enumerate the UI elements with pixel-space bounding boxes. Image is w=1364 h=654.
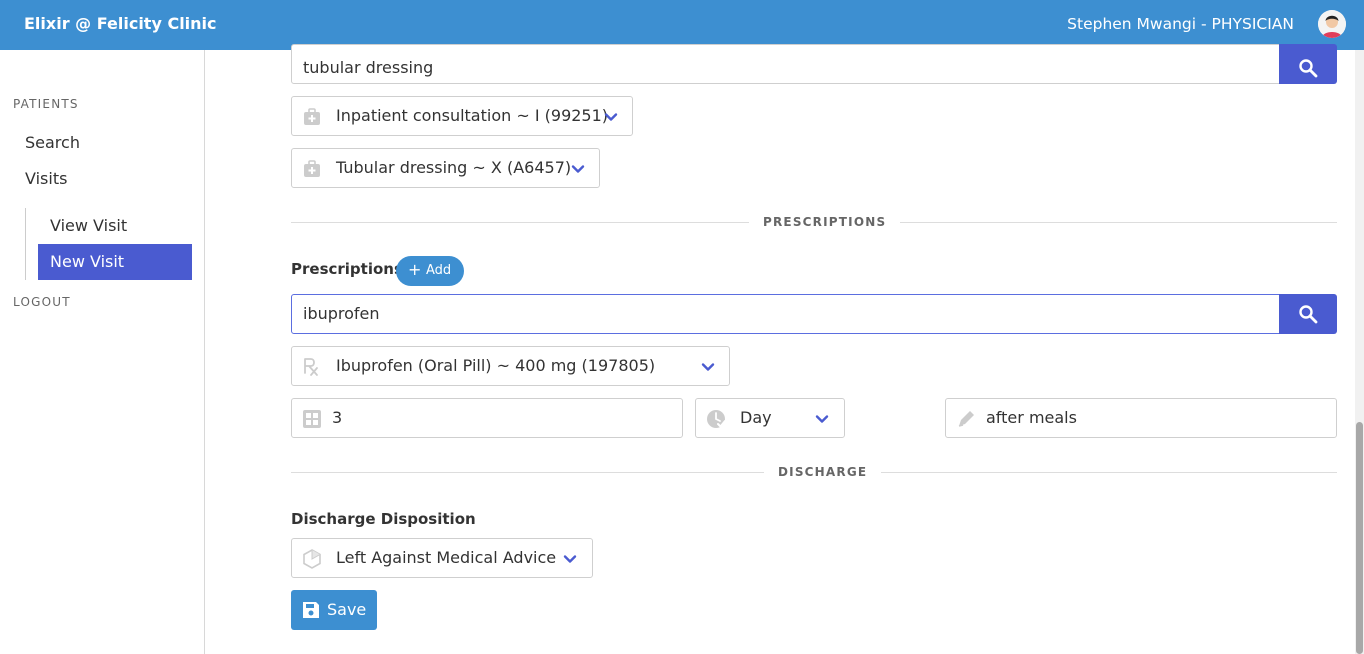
procedure-label-2: Tubular dressing ~ X (A6457) (336, 158, 572, 177)
sidebar-section-patients: PATIENTS (13, 97, 79, 111)
search-icon (1299, 59, 1318, 78)
save-button[interactable]: Save (291, 590, 377, 630)
medkit-icon (304, 108, 320, 125)
prescriptions-section-label: PRESCRIPTIONS (749, 215, 901, 229)
procedure-search-value: tubular dressing (303, 58, 434, 77)
medkit-icon (304, 160, 320, 177)
chevron-down-icon (701, 363, 715, 371)
frequency-select[interactable]: Day (695, 398, 845, 438)
procedure-select-1[interactable]: Inpatient consultation ~ I (99251) (291, 96, 633, 136)
discharge-section-label: DISCHARGE (764, 465, 882, 479)
frequency-label: Day (740, 408, 772, 427)
user-name[interactable]: Stephen Mwangi - PHYSICIAN (1067, 15, 1294, 33)
add-button-label: Add (426, 263, 452, 278)
sidebar-item-view-visit[interactable]: View Visit (38, 208, 192, 244)
discharge-heading: Discharge Disposition (291, 510, 476, 528)
avatar[interactable] (1318, 10, 1346, 38)
sidebar-item-visits[interactable]: Visits (25, 169, 67, 188)
sidebar-item-new-visit[interactable]: New Visit (38, 244, 192, 280)
discharge-disposition-label: Left Against Medical Advice (336, 548, 557, 567)
instructions-input[interactable]: after meals (945, 398, 1337, 438)
scrollbar-thumb[interactable] (1356, 422, 1363, 654)
procedure-label-1: Inpatient consultation ~ I (99251) (336, 106, 609, 125)
calculator-icon (303, 410, 321, 428)
procedure-search-button[interactable] (1279, 44, 1337, 84)
floppy-disk-icon (303, 602, 319, 618)
drug-search-button[interactable] (1279, 294, 1337, 334)
sidebar: PATIENTS Search Visits View Visit New Vi… (0, 50, 205, 654)
chevron-down-icon (563, 555, 577, 563)
save-button-label: Save (327, 600, 367, 619)
drug-select[interactable]: Ibuprofen (Oral Pill) ~ 400 mg (197805) (291, 346, 730, 386)
submenu-line (25, 208, 26, 280)
quantity-input[interactable]: 3 (291, 398, 683, 438)
discharge-disposition-select[interactable]: Left Against Medical Advice (291, 538, 593, 578)
drug-search-value: ibuprofen (303, 304, 380, 323)
search-icon (1299, 305, 1318, 324)
chevron-down-icon (571, 165, 585, 173)
drug-label: Ibuprofen (Oral Pill) ~ 400 mg (197805) (336, 356, 656, 375)
sidebar-item-search[interactable]: Search (25, 133, 80, 152)
app-title[interactable]: Elixir @ Felicity Clinic (24, 14, 217, 33)
hexagon-icon (303, 549, 321, 569)
main-content: tubular dressing Inpatient consultation … (205, 44, 1355, 654)
chevron-down-icon (604, 113, 618, 121)
page-scrollbar[interactable] (1355, 50, 1364, 654)
user-avatar-icon (1318, 10, 1346, 38)
chevron-down-icon (815, 415, 829, 423)
top-bar: Elixir @ Felicity Clinic Stephen Mwangi … (0, 0, 1364, 50)
pen-icon (958, 411, 974, 427)
procedure-search-input[interactable]: tubular dressing (291, 44, 1281, 84)
add-prescription-button[interactable]: + Add (396, 256, 464, 286)
prescription-icon (304, 358, 318, 376)
plus-icon: + (408, 260, 422, 279)
sidebar-item-logout[interactable]: LOGOUT (13, 295, 71, 309)
procedure-select-2[interactable]: Tubular dressing ~ X (A6457) (291, 148, 600, 188)
instructions-value: after meals (986, 408, 1077, 427)
clock-check-icon (707, 410, 726, 428)
drug-search-input[interactable]: ibuprofen (291, 294, 1281, 334)
quantity-value: 3 (332, 408, 343, 427)
prescriptions-heading: Prescriptions (291, 260, 403, 278)
